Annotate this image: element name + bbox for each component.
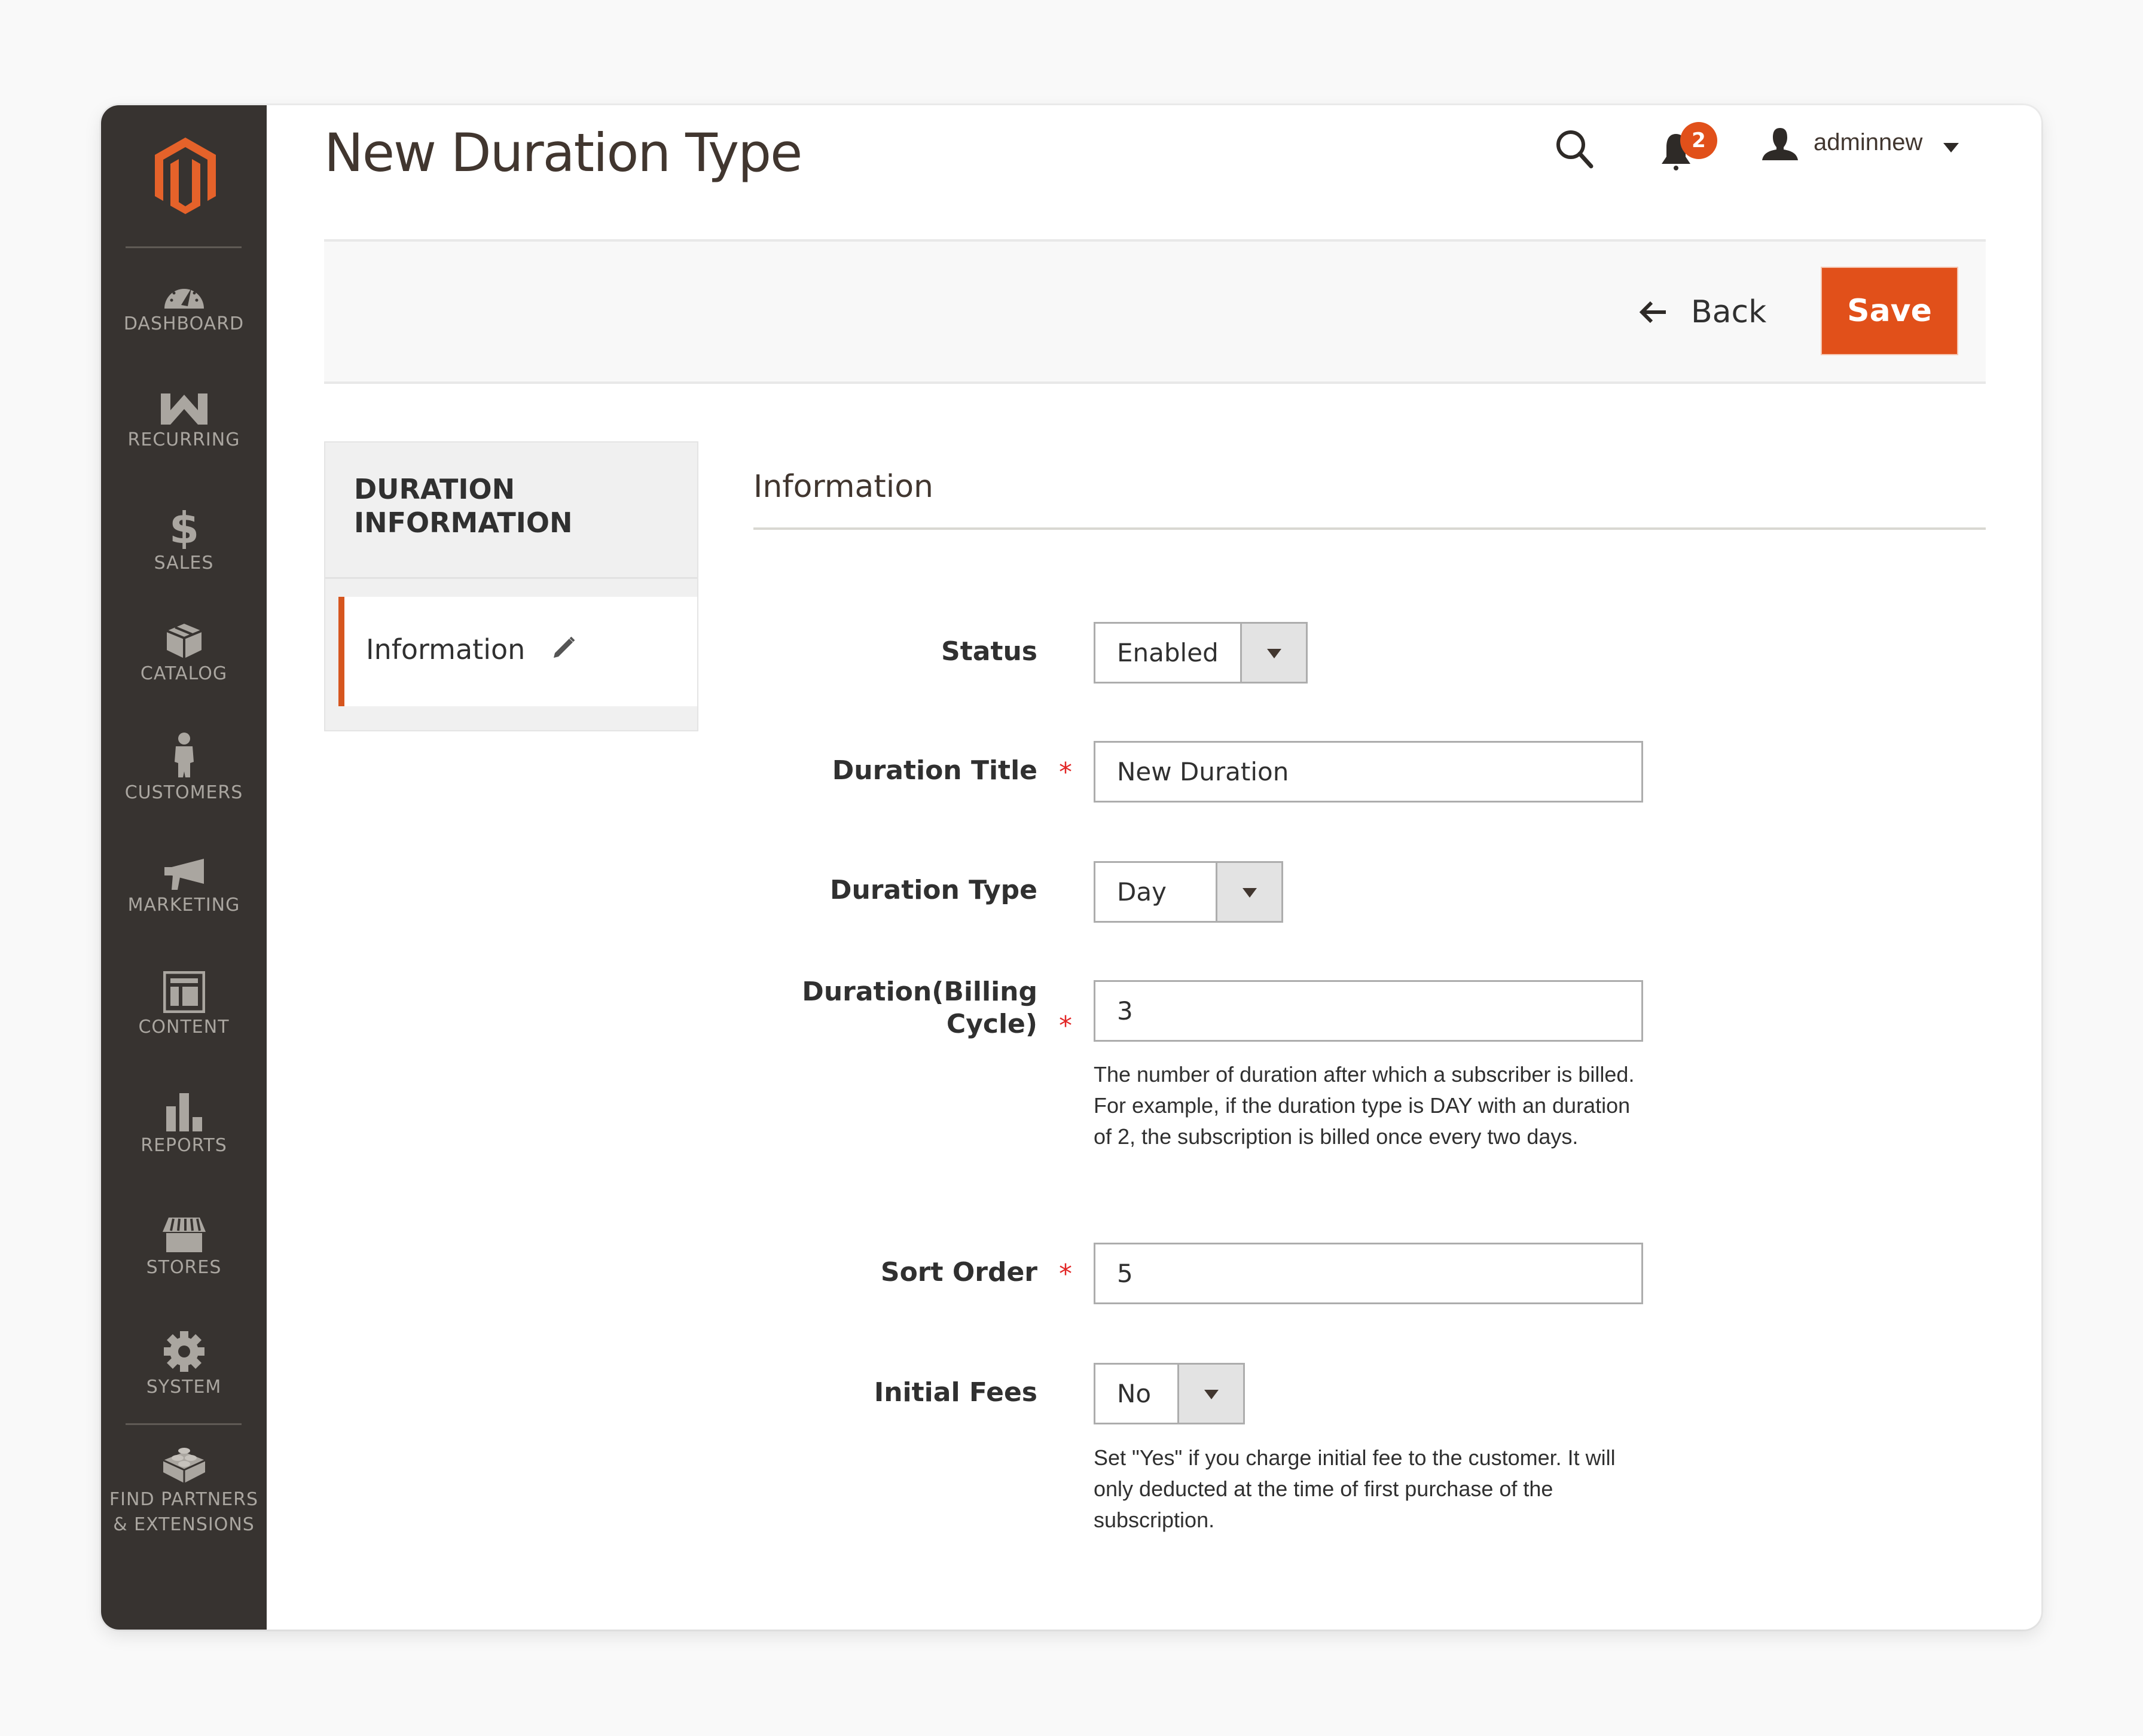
duration-title-input[interactable]: New Duration [1094, 741, 1643, 803]
sidebar-item-dashboard[interactable]: DASHBOARD [101, 279, 267, 335]
arrow-left-icon [1639, 301, 1666, 324]
user-menu[interactable]: adminnew [1757, 123, 1961, 165]
initial-fees-label: Initial Fees [874, 1377, 1037, 1408]
lego-block-icon [162, 1448, 206, 1483]
sidebar-item-stores[interactable]: STORES [101, 1216, 267, 1279]
user-icon [1762, 128, 1798, 160]
sidebar-label: MARKETING [127, 895, 240, 916]
sidebar-item-system[interactable]: SYSTEM [101, 1330, 267, 1398]
person-icon [174, 733, 194, 777]
fieldset-title: Information [753, 469, 934, 505]
duration-type-value: Day [1117, 877, 1167, 907]
select-toggle[interactable] [1240, 624, 1306, 682]
back-button[interactable]: Back [1638, 283, 1766, 341]
initial-fees-value: No [1117, 1379, 1152, 1408]
duration-type-label: Duration Type [829, 875, 1037, 905]
sidebar-label: RECURRING [127, 429, 240, 450]
chevron-down-icon [1242, 887, 1257, 898]
required-marker: * [1059, 757, 1072, 788]
magento-logo[interactable] [152, 136, 218, 214]
required-marker: * [1059, 1259, 1072, 1289]
caret-down-icon [1943, 143, 1959, 152]
sidebar-label: CUSTOMERS [124, 782, 243, 803]
sidebar-item-content[interactable]: CONTENT [101, 971, 267, 1038]
sidebar-label: FIND PARTNERS [109, 1489, 259, 1510]
notification-count-badge: 2 [1680, 122, 1717, 159]
sidebar-label: CATALOG [140, 663, 228, 684]
billing-cycle-label-line2: Cycle) [946, 1009, 1037, 1039]
admin-sidebar: DASHBOARD RECURRING $ SALES CATALOG CUST… [101, 105, 267, 1630]
tabs-panel: DURATION INFORMATION Information [324, 441, 698, 731]
dashboard-gauge-icon [164, 284, 204, 309]
sidebar-label: & EXTENSIONS [113, 1514, 255, 1535]
active-tab-indicator [338, 597, 344, 706]
page-actions-bar: Back Save [324, 239, 1986, 384]
select-toggle[interactable] [1216, 863, 1281, 921]
page-title: New Duration Type [324, 122, 802, 184]
admin-window: DASHBOARD RECURRING $ SALES CATALOG CUST… [101, 105, 2041, 1630]
sidebar-label: CONTENT [138, 1017, 230, 1038]
dollar-icon: $ [169, 506, 199, 549]
search-icon [1556, 130, 1593, 169]
back-label: Back [1691, 294, 1767, 330]
search-button[interactable] [1553, 127, 1598, 172]
billing-cycle-input[interactable]: 3 [1094, 980, 1643, 1042]
sidebar-label: SYSTEM [146, 1377, 222, 1398]
status-label: Status [941, 636, 1037, 667]
initial-fees-select[interactable]: No [1094, 1363, 1245, 1424]
sidebar-item-sales[interactable]: $ SALES [101, 506, 267, 574]
fieldset-divider [753, 527, 1986, 530]
sidebar-item-reports[interactable]: REPORTS [101, 1092, 267, 1157]
required-marker: * [1059, 1011, 1072, 1041]
select-toggle[interactable] [1177, 1365, 1243, 1423]
sort-order-input[interactable]: 5 [1094, 1243, 1643, 1304]
billing-cycle-label: Duration(Billing Cycle) [559, 976, 1037, 1041]
sort-order-label: Sort Order [880, 1257, 1037, 1287]
sidebar-divider [126, 1423, 242, 1425]
status-value: Enabled [1117, 638, 1219, 667]
billing-cycle-note: The number of duration after which a sub… [1094, 1062, 1635, 1149]
sidebar-item-find-partners[interactable]: FIND PARTNERS & EXTENSIONS [101, 1445, 267, 1536]
save-button[interactable]: Save [1822, 268, 1957, 354]
box-icon [166, 624, 202, 658]
sidebar-divider [126, 246, 242, 248]
gear-icon [163, 1331, 204, 1372]
sidebar-item-recurring[interactable]: RECURRING [101, 392, 267, 451]
user-name: adminnew [1814, 129, 1923, 155]
recurring-w-icon [160, 393, 207, 425]
duration-type-select[interactable]: Day [1094, 861, 1283, 923]
sidebar-label: SALES [154, 553, 214, 573]
sidebar-label: STORES [146, 1257, 222, 1278]
sidebar-item-customers[interactable]: CUSTOMERS [101, 732, 267, 804]
chevron-down-icon [1204, 1389, 1219, 1399]
megaphone-icon [164, 859, 204, 890]
tab-label: Information [366, 633, 526, 666]
tabs-divider [325, 577, 697, 579]
status-select[interactable]: Enabled [1094, 622, 1308, 684]
svg-text:$: $ [169, 506, 199, 549]
initial-fees-note: Set "Yes" if you charge initial fee to t… [1094, 1445, 1616, 1532]
sidebar-item-catalog[interactable]: CATALOG [101, 623, 267, 685]
sidebar-item-marketing[interactable]: MARKETING [101, 858, 267, 916]
bar-chart-icon [166, 1093, 202, 1131]
sidebar-label: DASHBOARD [123, 313, 245, 334]
billing-cycle-label-line1: Duration(Billing [802, 977, 1037, 1007]
sidebar-label: REPORTS [141, 1135, 227, 1156]
layout-icon [163, 971, 205, 1013]
tabs-panel-title: DURATION INFORMATION [354, 472, 581, 539]
duration-title-label: Duration Title [832, 755, 1037, 786]
storefront-icon [162, 1218, 206, 1252]
tabs-title-text: DURATION INFORMATION [354, 473, 573, 539]
chevron-down-icon [1266, 648, 1281, 658]
